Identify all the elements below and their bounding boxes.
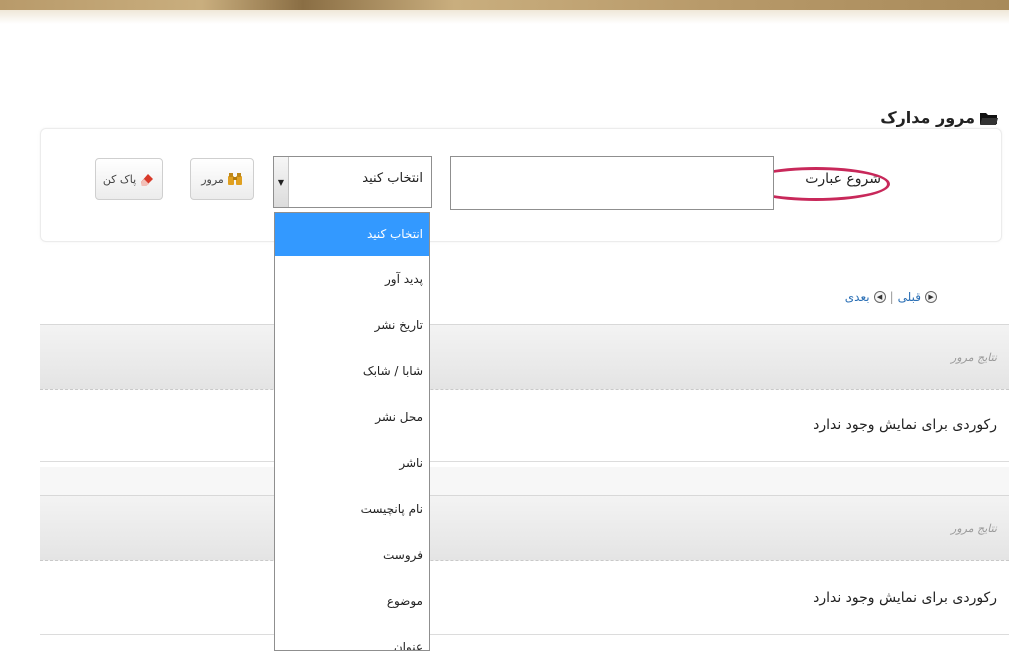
select-value: انتخاب کنید bbox=[362, 171, 423, 186]
page-title: مرور مدارک bbox=[880, 108, 999, 127]
dropdown-option[interactable]: محل نشر bbox=[275, 394, 429, 440]
dropdown-option[interactable]: عنوان bbox=[275, 624, 429, 650]
previous-link[interactable]: قبلی bbox=[898, 290, 921, 304]
results-header: نتایج مرور bbox=[40, 495, 1009, 561]
dropdown-option[interactable]: انتخاب کنید bbox=[275, 213, 429, 256]
dropdown-option[interactable]: موضوع bbox=[275, 578, 429, 624]
dropdown-option[interactable]: فروست bbox=[275, 532, 429, 578]
dropdown-option[interactable]: تاریخ نشر bbox=[275, 302, 429, 348]
pager-separator: | bbox=[889, 290, 894, 304]
dropdown-option[interactable]: نام پانچیست bbox=[275, 486, 429, 532]
results-header-label: نتایج مرور bbox=[951, 522, 997, 535]
page-title-text: مرور مدارک bbox=[880, 108, 975, 127]
no-records-message: رکوردی برای نمایش وجود ندارد bbox=[813, 590, 997, 606]
next-link[interactable]: بعدی bbox=[845, 290, 870, 304]
clear-button-label: پاک کن bbox=[102, 172, 137, 186]
results-body: رکوردی برای نمایش وجود ندارد bbox=[40, 390, 1009, 462]
arrow-right-circle-icon[interactable]: ▶ bbox=[925, 291, 937, 303]
field-select-dropdown: انتخاب کنید پدید آور تاریخ نشر شابا / شا… bbox=[274, 212, 430, 651]
eraser-icon bbox=[141, 174, 154, 186]
results-header: نتایج مرور bbox=[40, 324, 1009, 390]
panel-gap bbox=[40, 467, 1009, 495]
results-body: رکوردی برای نمایش وجود ندارد bbox=[40, 563, 1009, 635]
top-bar-shadow bbox=[0, 10, 1009, 24]
field-select[interactable]: انتخاب کنید ▼ bbox=[273, 156, 432, 208]
criterion-label: شروع عبارت bbox=[805, 171, 881, 187]
search-input[interactable] bbox=[450, 156, 774, 210]
binoculars-icon bbox=[227, 173, 242, 185]
pager: ▶ قبلی | ◀ بعدی bbox=[845, 290, 937, 304]
dropdown-option[interactable]: شابا / شابک bbox=[275, 348, 429, 394]
arrow-left-circle-icon[interactable]: ◀ bbox=[873, 291, 886, 303]
clear-button[interactable]: پاک کن bbox=[95, 158, 163, 200]
folder-icon bbox=[980, 112, 998, 125]
chevron-down-icon[interactable]: ▼ bbox=[274, 157, 289, 207]
dropdown-option[interactable]: ناشر bbox=[275, 440, 429, 486]
browse-button[interactable]: مرور bbox=[190, 158, 254, 200]
results-header-label: نتایج مرور bbox=[951, 351, 997, 364]
browse-button-label: مرور bbox=[201, 172, 224, 186]
top-decorative-bar bbox=[0, 0, 1009, 10]
dropdown-option[interactable]: پدید آور bbox=[275, 256, 429, 302]
no-records-message: رکوردی برای نمایش وجود ندارد bbox=[813, 417, 997, 433]
